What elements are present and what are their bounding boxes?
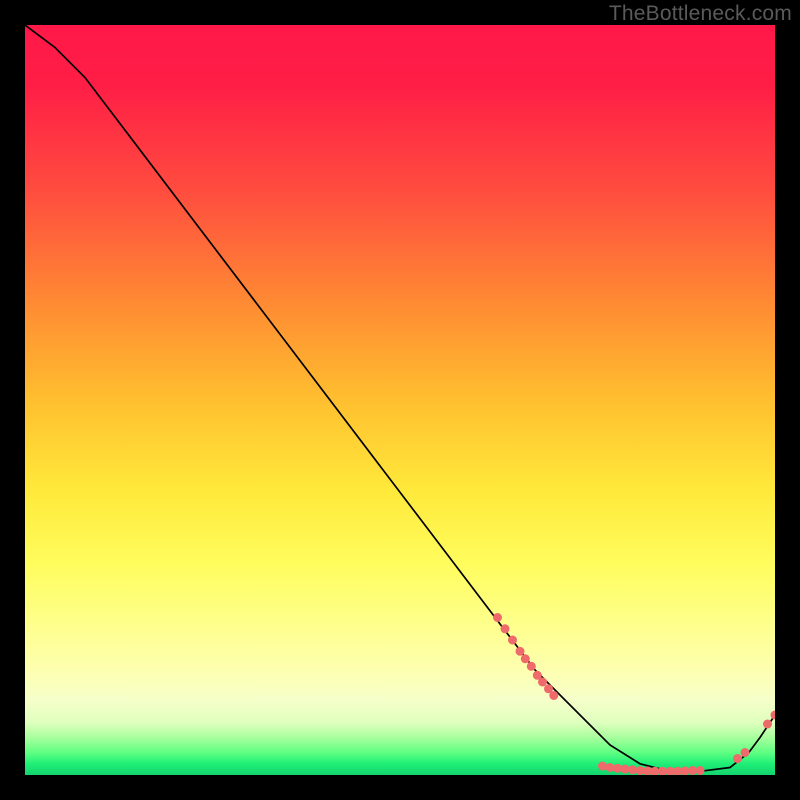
data-point	[733, 754, 742, 763]
data-point	[598, 762, 607, 771]
chart-svg	[25, 25, 775, 775]
data-markers	[493, 613, 775, 775]
chart-container: TheBottleneck.com	[0, 0, 800, 800]
bottleneck-curve	[25, 25, 775, 771]
data-point	[521, 654, 530, 663]
data-point	[763, 720, 772, 729]
data-point	[516, 647, 525, 656]
data-point	[527, 662, 536, 671]
data-point	[538, 678, 547, 687]
data-point	[493, 613, 502, 622]
data-point	[508, 636, 517, 645]
watermark-text: TheBottleneck.com	[609, 2, 792, 26]
data-point	[771, 711, 776, 720]
data-point	[741, 748, 750, 757]
data-point	[696, 766, 705, 775]
data-point	[549, 691, 558, 700]
data-point	[501, 624, 510, 633]
plot-area	[25, 25, 775, 775]
